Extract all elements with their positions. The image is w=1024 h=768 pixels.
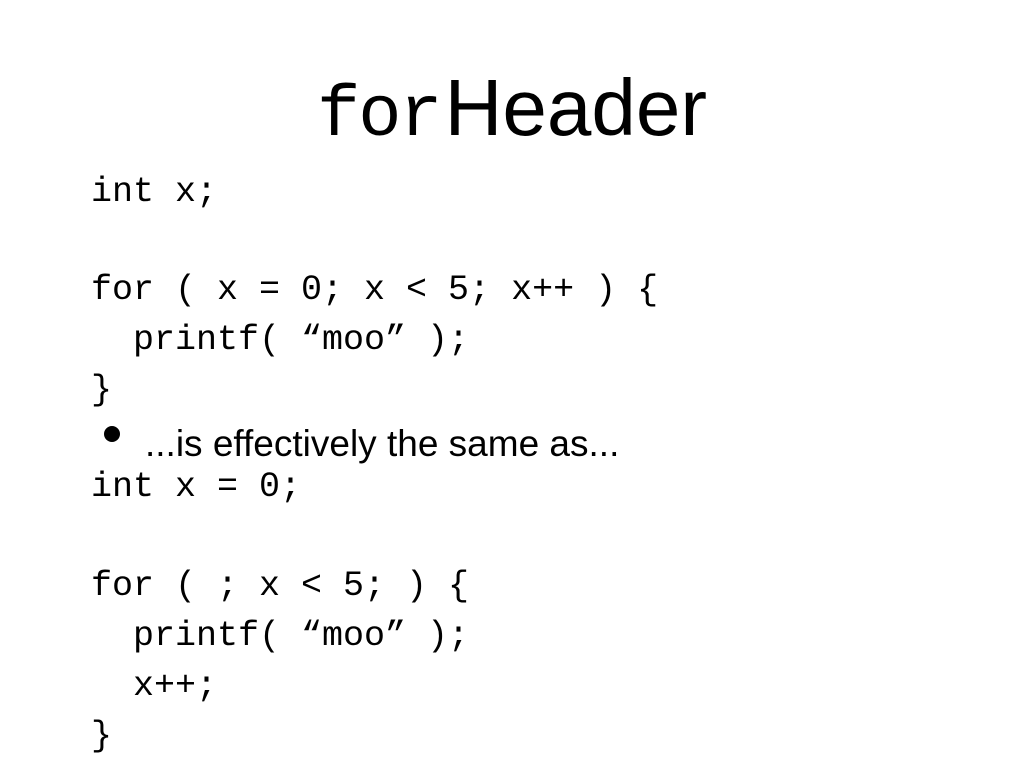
code-line: int x = 0; [91, 467, 302, 507]
slide-title: for Header [0, 68, 1024, 153]
title-text: Header [444, 63, 707, 152]
code-line: } [91, 370, 113, 410]
bullet-dot-icon [104, 426, 120, 442]
code-line: printf( “moo” ); [91, 616, 470, 656]
bullet-text: ...is effectively the same as... [145, 423, 620, 464]
code-line: } [91, 716, 113, 756]
code-line: x++; [91, 666, 218, 706]
code-line: printf( “moo” ); [91, 320, 470, 360]
code-line: for ( ; x < 5; ) { [91, 566, 470, 606]
code-line: int x; [91, 172, 218, 212]
title-code-keyword: for [316, 75, 443, 157]
code-line: for ( x = 0; x < 5; x++ ) { [91, 270, 659, 310]
